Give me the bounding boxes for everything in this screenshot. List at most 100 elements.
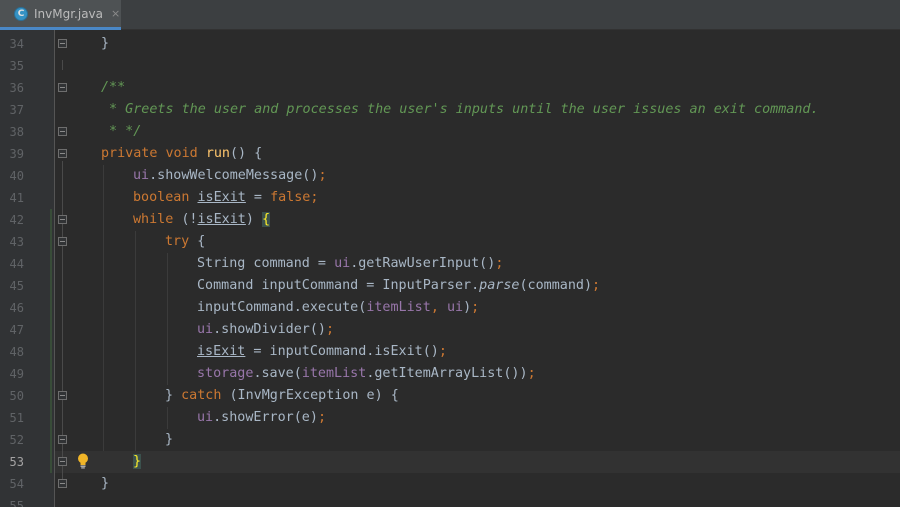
code-line-48: isExit = inputCommand.isExit(); xyxy=(197,341,447,363)
line-number: 49 xyxy=(9,367,24,381)
indent-guide xyxy=(167,407,168,429)
code-text: Command inputCommand = InputParser. xyxy=(197,278,480,293)
variable: isExit xyxy=(197,344,246,359)
code-line-34: } xyxy=(101,33,109,55)
java-class-icon: C xyxy=(14,6,28,21)
field-ref: ui xyxy=(197,322,214,337)
code-line-45: Command inputCommand = InputParser.parse… xyxy=(197,275,600,297)
fold-start-icon[interactable] xyxy=(58,237,67,246)
gutter-divider xyxy=(54,30,55,507)
current-line-highlight xyxy=(55,451,900,473)
field-ref: ui xyxy=(446,300,464,315)
code-text: .getItemArrayList()) xyxy=(366,366,528,381)
field-ref: storage xyxy=(197,366,254,381)
code-line-51: ui.showError(e); xyxy=(197,407,326,429)
line-number: 51 xyxy=(9,411,24,425)
code-line-41: boolean isExit = false; xyxy=(133,187,318,209)
code-text: String command = xyxy=(197,256,335,271)
keyword: try xyxy=(165,234,198,249)
code-text: = inputCommand.isExit() xyxy=(245,344,439,359)
javadoc-close: * */ xyxy=(101,124,142,139)
line-number: 46 xyxy=(9,301,24,315)
keyword: boolean xyxy=(133,190,198,205)
code-text: .showError(e) xyxy=(213,410,318,425)
keyword: private void xyxy=(101,146,206,161)
fold-start-icon[interactable] xyxy=(58,149,67,158)
line-number: 41 xyxy=(9,191,24,205)
closing-brace: } xyxy=(101,476,110,491)
fold-end-icon[interactable] xyxy=(58,479,67,488)
fold-toggle-icon[interactable] xyxy=(58,391,67,400)
variable: isExit xyxy=(197,190,246,205)
indent-guide xyxy=(135,231,136,451)
line-number: 38 xyxy=(9,125,24,139)
code-text: .getRawUserInput() xyxy=(350,256,496,271)
line-number: 34 xyxy=(9,37,24,51)
code-text: .showDivider() xyxy=(213,322,326,337)
line-number: 48 xyxy=(9,345,24,359)
line-number: 35 xyxy=(9,59,24,73)
line-number-current: 53 xyxy=(9,455,24,469)
fold-end-icon[interactable] xyxy=(58,39,67,48)
code-line-47: ui.showDivider(); xyxy=(197,319,334,341)
tab-invmgr-java[interactable]: C InvMgr.java × xyxy=(0,0,121,30)
code-line-53: } xyxy=(133,451,142,473)
javadoc-open: /** xyxy=(101,80,126,95)
code-text: inputCommand.execute( xyxy=(197,300,367,315)
closing-brace: } xyxy=(101,36,110,51)
code-text: (InvMgrException e) { xyxy=(229,388,399,403)
field-ref: ui xyxy=(197,410,214,425)
semicolon: ; xyxy=(527,366,536,381)
code-line-38: * */ xyxy=(101,121,141,143)
line-number: 40 xyxy=(9,169,24,183)
code-text: = xyxy=(245,190,271,205)
semicolon: ; xyxy=(471,300,480,315)
fold-end-icon[interactable] xyxy=(58,127,67,136)
line-number: 37 xyxy=(9,103,24,117)
line-number: 45 xyxy=(9,279,24,293)
code-text: .showWelcomeMessage() xyxy=(149,168,319,183)
semicolon: ; xyxy=(592,278,601,293)
tab-label: InvMgr.java xyxy=(34,6,104,21)
field-ref: ui xyxy=(133,168,150,183)
code-line-52: } xyxy=(165,429,173,451)
keyword: false xyxy=(270,190,311,205)
line-number: 52 xyxy=(9,433,24,447)
static-method: parse xyxy=(479,278,520,293)
field-ref: itemList xyxy=(366,300,431,315)
semicolon: ; xyxy=(317,410,326,425)
code-text: .save( xyxy=(253,366,302,381)
matched-brace: } xyxy=(133,454,142,469)
field-ref: itemList xyxy=(301,366,367,381)
code-line-39: private void run() { xyxy=(101,143,262,165)
semicolon: ; xyxy=(318,168,327,183)
semicolon: ; xyxy=(310,190,319,205)
method-name: run xyxy=(205,146,230,161)
code-line-54: } xyxy=(101,473,109,495)
code-text: () { xyxy=(230,146,263,161)
code-text: } xyxy=(165,388,182,403)
fold-end-icon[interactable] xyxy=(58,457,67,466)
code-text: ) xyxy=(463,300,472,315)
fold-start-icon[interactable] xyxy=(58,215,67,224)
indent-guide xyxy=(167,253,168,385)
code-line-44: String command = ui.getRawUserInput(); xyxy=(197,253,503,275)
code-line-42: while (!isExit) { xyxy=(133,209,271,231)
indent-guide xyxy=(103,165,104,451)
code-line-46: inputCommand.execute(itemList, ui); xyxy=(197,297,479,319)
ide-window: C InvMgr.java × 34 35 36 37 38 39 40 41 … xyxy=(0,0,900,507)
keyword: catch xyxy=(181,388,230,403)
code-text: { xyxy=(197,234,206,249)
fold-start-icon[interactable] xyxy=(58,83,67,92)
closing-brace: } xyxy=(165,432,174,447)
line-number: 44 xyxy=(9,257,24,271)
vcs-change-marker[interactable] xyxy=(50,209,52,473)
code-text: ) xyxy=(245,212,262,227)
fold-end-icon[interactable] xyxy=(58,435,67,444)
keyword: while xyxy=(133,212,182,227)
line-number: 55 xyxy=(9,499,24,507)
matched-brace: { xyxy=(262,212,271,227)
close-icon[interactable]: × xyxy=(111,7,120,20)
comma: , xyxy=(430,300,447,315)
lightbulb-icon[interactable] xyxy=(76,452,90,470)
